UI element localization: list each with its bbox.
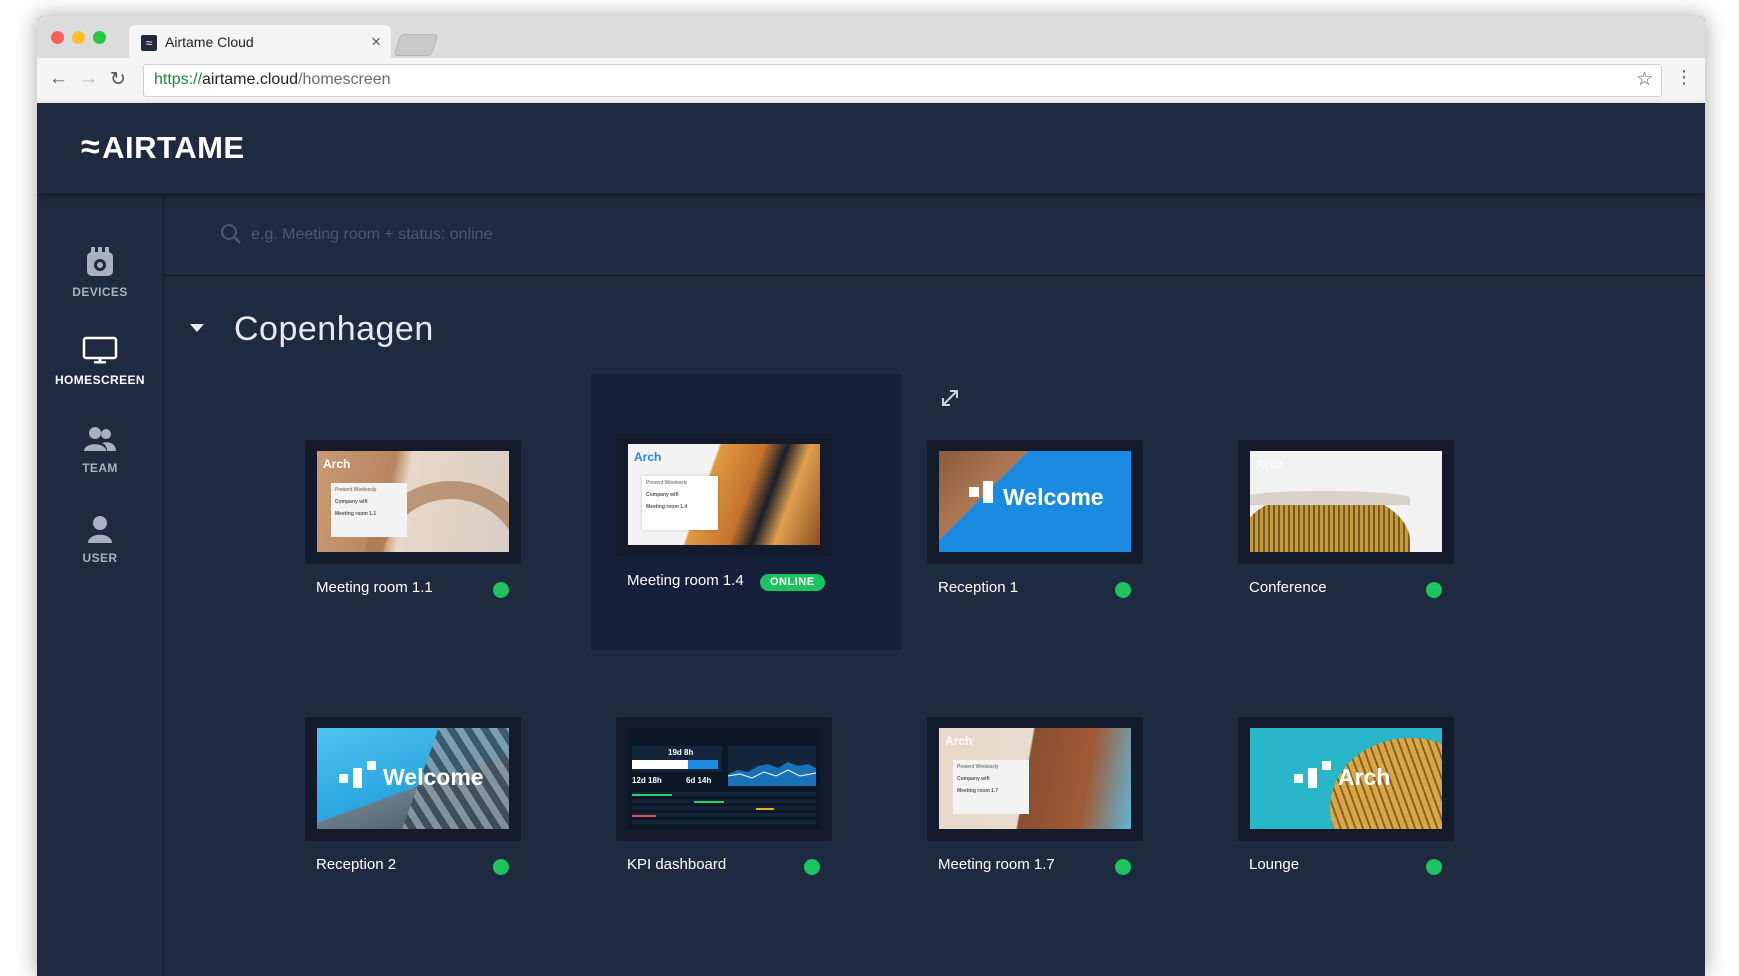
tab-bar: ≈ Airtame Cloud × (37, 16, 1705, 59)
homescreen-preview: Arch Present Wirelessly Company wifi Mee… (628, 444, 820, 545)
user-icon (88, 516, 112, 543)
brand-logo: Arch (1338, 764, 1391, 790)
status-dot (804, 859, 820, 875)
address-bar: ← → ↻ https://airtame.cloud/homescreen ☆… (37, 58, 1705, 104)
screen-bezel: Arch Present Wirelessly Company wifi Mee… (305, 440, 521, 564)
status-dot (1115, 582, 1131, 598)
brand-logo: Arch (1256, 457, 1284, 471)
sidebar-label-user: USER (82, 551, 118, 565)
forward-icon[interactable]: → (79, 68, 98, 90)
search-input[interactable] (249, 217, 953, 253)
wifi-info-panel: Present Wirelessly Company wifi Meeting … (331, 483, 407, 537)
device-name: Meeting room 1.4 (627, 572, 744, 589)
sidebar-item-user[interactable]: USER (37, 513, 163, 565)
sidebar-item-homescreen[interactable]: HOMESCREEN (37, 335, 163, 387)
kpi-graph (728, 746, 816, 786)
status-dot (1426, 859, 1442, 875)
status-badge: ONLINE (760, 574, 825, 591)
device-name: Meeting room 1.1 (316, 579, 433, 596)
url-text: https://airtame.cloud/homescreen (154, 71, 391, 88)
brand-logo: Arch (323, 457, 351, 471)
devices-icon (87, 247, 113, 276)
welcome-text: Welcome (1003, 484, 1104, 510)
new-tab-button[interactable] (393, 34, 439, 56)
expand-icon[interactable] (939, 387, 961, 409)
kpi-value: 19d 8h (668, 748, 694, 757)
sidebar-label-homescreen: HOMESCREEN (54, 373, 145, 387)
sidebar-item-team[interactable]: TEAM (37, 423, 163, 475)
close-icon[interactable]: × (371, 32, 381, 52)
homescreen-preview: Welcome (939, 451, 1131, 552)
device-name: KPI dashboard (627, 856, 727, 873)
group-title: Copenhagen (234, 310, 434, 348)
device-name: Reception 1 (938, 579, 1019, 596)
welcome-text: Welcome (383, 764, 484, 790)
screen-bezel: Welcome (305, 717, 521, 841)
group-collapse-caret-icon[interactable] (190, 324, 204, 332)
kpi-value: 12d 18h (632, 776, 662, 785)
brand-logo: Arch (634, 450, 662, 464)
homescreen-preview: Welcome (317, 728, 509, 829)
homescreen-preview: Arch Present Wirelessly Company wifi Mee… (939, 728, 1131, 829)
screen-bezel: Arch Present Wirelessly Company wifi Mee… (927, 717, 1143, 841)
status-dot (1115, 859, 1131, 875)
kpi-value: 6d 14h (686, 776, 712, 785)
airtame-favicon-icon: ≈ (141, 35, 157, 51)
team-icon (84, 427, 116, 451)
homescreen-preview: Arch (1250, 451, 1442, 552)
sidebar-label-devices: DEVICES (72, 285, 128, 299)
browser-window: ≈ Airtame Cloud × ← → ↻ https://airtame.… (37, 16, 1705, 976)
device-name: Conference (1249, 579, 1327, 596)
app-header: ≈AIRTAME (37, 103, 1705, 193)
menu-kebab-icon[interactable]: ⋮ (1675, 67, 1693, 88)
homescreen-preview: Arch Present Wirelessly Company wifi Mee… (317, 451, 509, 552)
bookmark-star-icon[interactable]: ☆ (1636, 68, 1653, 91)
status-dot (493, 859, 509, 875)
screen-bezel: Welcome (927, 440, 1143, 564)
sidebar-item-devices[interactable]: DEVICES (37, 245, 163, 299)
screen-bezel: Arch (1238, 440, 1454, 564)
wifi-info-panel: Present Wirelessly Company wifi Meeting … (953, 760, 1029, 814)
search-bar (164, 193, 1705, 276)
brand-logo: Arch (945, 734, 973, 748)
reload-icon[interactable]: ↻ (110, 68, 126, 91)
homescreen-preview: Arch (1250, 728, 1442, 829)
sidebar: DEVICES HOMESCREEN TEAM USER (37, 193, 164, 976)
browser-tab[interactable]: ≈ Airtame Cloud × (129, 25, 391, 59)
screen-bezel: Arch Present Wirelessly Company wifi Mee… (616, 433, 832, 557)
device-name: Reception 2 (316, 856, 397, 873)
screen-bezel: 19d 8h 12d 18h 6d 14h (616, 717, 832, 841)
airtame-logo[interactable]: ≈AIRTAME (81, 128, 245, 167)
search-icon (221, 224, 241, 244)
monitor-icon (82, 336, 118, 364)
tab-title: Airtame Cloud (165, 34, 254, 50)
screen-bezel: Arch (1238, 717, 1454, 841)
homescreen-preview: 19d 8h 12d 18h 6d 14h (628, 728, 820, 829)
status-dot (1426, 582, 1442, 598)
back-icon[interactable]: ← (49, 68, 68, 90)
wifi-info-panel: Present Wirelessly Company wifi Meeting … (642, 476, 718, 530)
url-field[interactable]: https://airtame.cloud/homescreen ☆ (143, 64, 1662, 97)
main-content: Copenhagen Arch Present Wirelessly Compa… (164, 193, 1705, 976)
device-name: Meeting room 1.7 (938, 856, 1055, 873)
maximize-window-button[interactable] (93, 31, 106, 44)
minimize-window-button[interactable] (72, 31, 85, 44)
status-dot (493, 582, 509, 598)
device-name: Lounge (1249, 856, 1300, 873)
sidebar-label-team: TEAM (82, 461, 118, 475)
close-window-button[interactable] (51, 31, 64, 44)
